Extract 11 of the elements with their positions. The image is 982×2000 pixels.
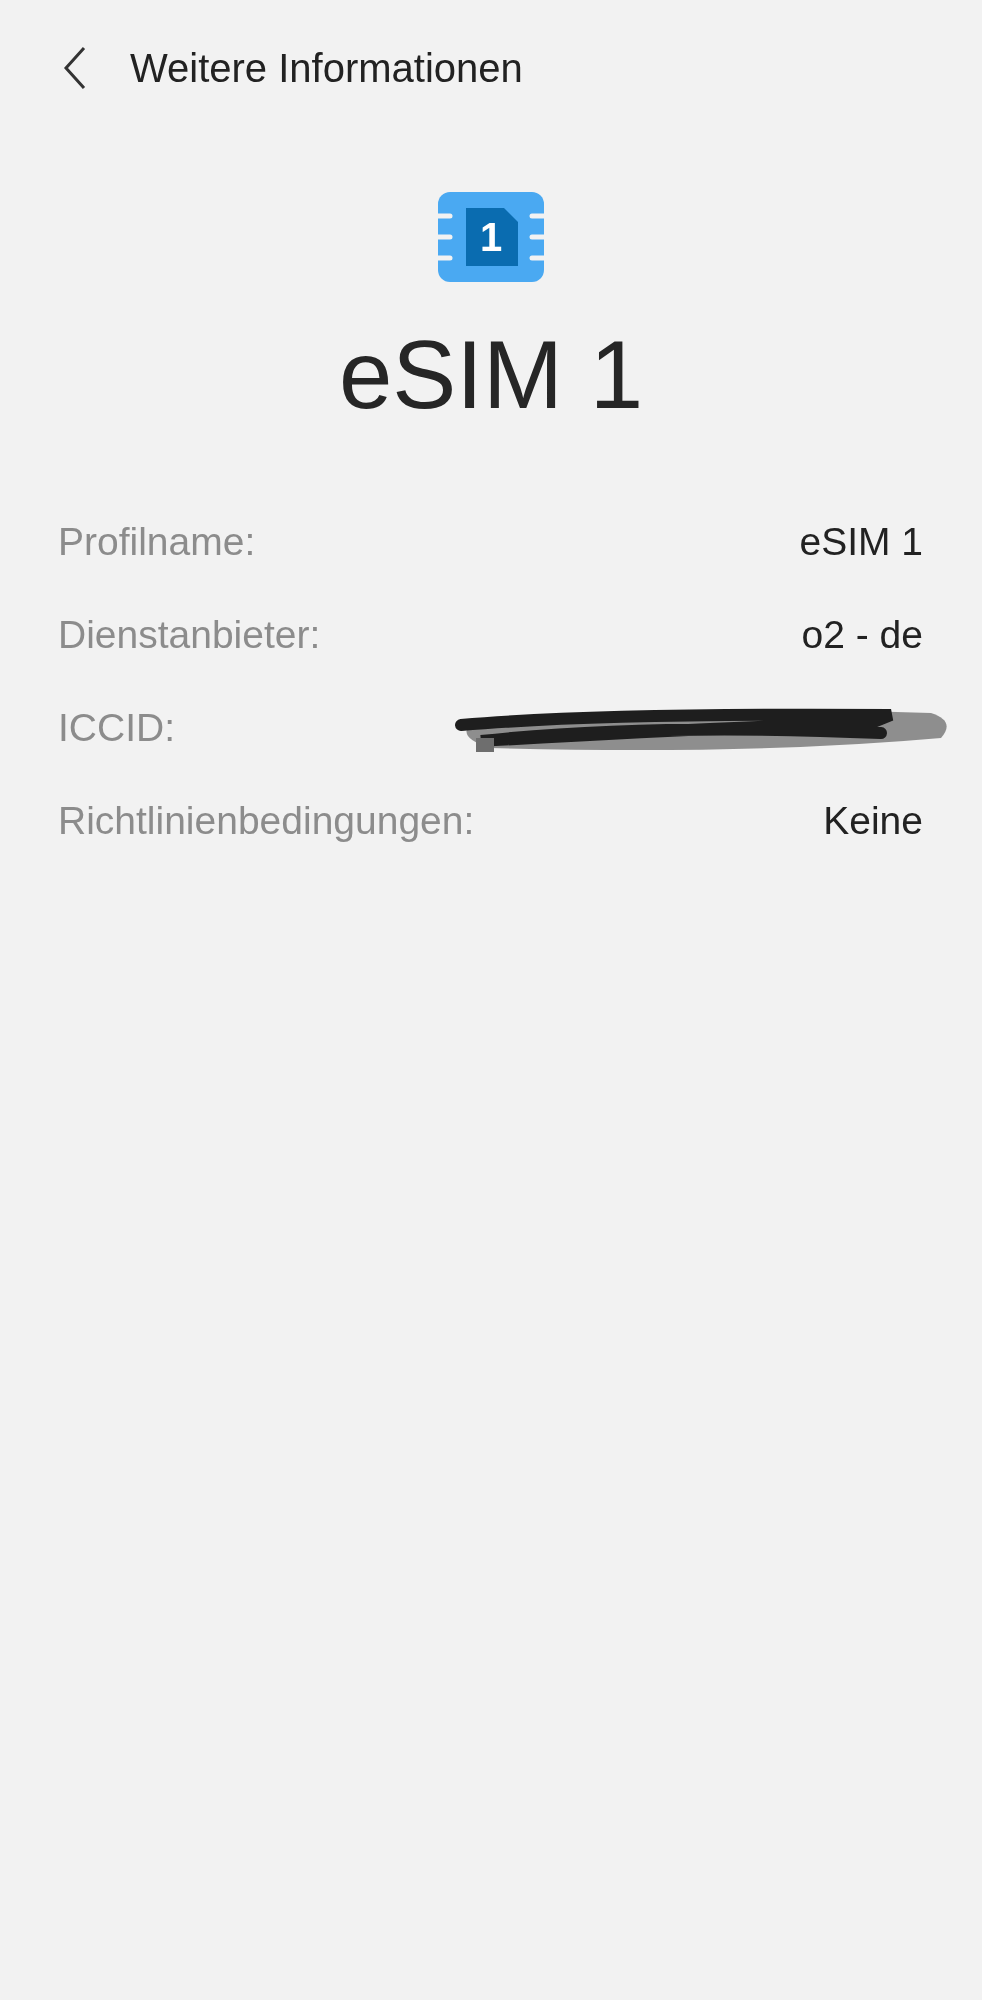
detail-value: eSIM 1: [799, 520, 923, 565]
detail-value: Keine: [823, 799, 923, 844]
detail-label: Dienstanbieter:: [58, 613, 321, 658]
page-title: Weitere Informationen: [130, 45, 523, 91]
detail-label: ICCID:: [58, 706, 175, 751]
detail-label: Richtlinienbedingungen:: [58, 799, 475, 844]
sim-card-icon: 1: [438, 192, 544, 282]
detail-label: Profilname:: [58, 520, 256, 565]
detail-value: o2 - de: [801, 613, 923, 658]
back-icon: [63, 46, 87, 90]
sim-name: eSIM 1: [338, 322, 644, 428]
